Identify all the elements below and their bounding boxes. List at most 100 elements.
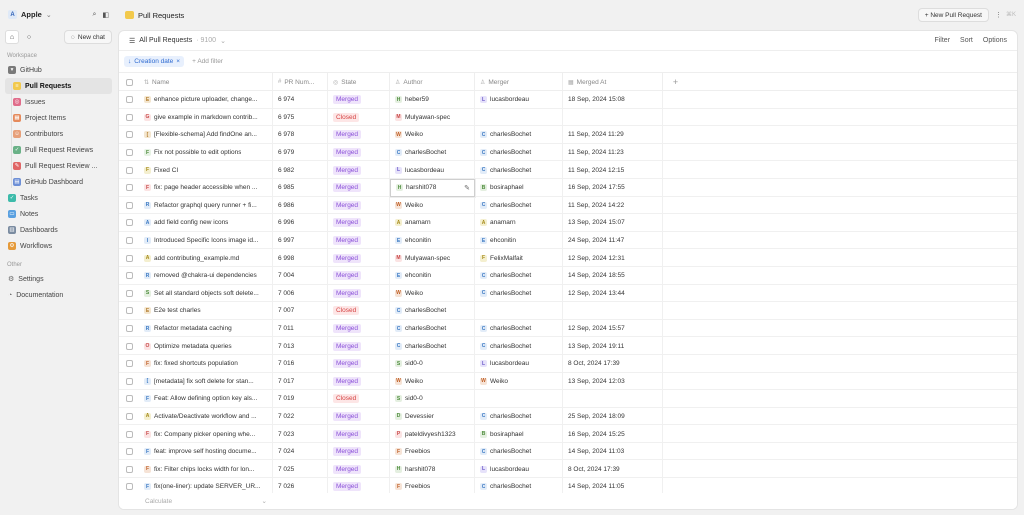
cell-merger[interactable]: W Weiko	[475, 372, 563, 391]
cell-pr-number[interactable]: 7 007	[273, 302, 328, 320]
cell-state[interactable]: Closed	[328, 302, 390, 320]
sort-button[interactable]: Sort	[960, 37, 973, 44]
cell-author[interactable]: Hharshit078 ✎	[390, 178, 475, 197]
cell-author[interactable]: Aanamarn	[390, 214, 475, 232]
edit-pencil-icon[interactable]: ✎	[464, 184, 470, 192]
cell-merger[interactable]: Llucasbordeau	[475, 91, 563, 109]
sidebar-item-pull-request-reviews[interactable]: ✓ Pull Request Reviews	[5, 142, 112, 158]
cell-author[interactable]: CcharlesBochet	[390, 143, 475, 162]
cell-merger[interactable]: Eehconitin	[475, 231, 563, 250]
cell-merged-at[interactable]: 12 Sep, 2024 12:31	[563, 249, 663, 267]
row-checkbox[interactable]	[119, 460, 139, 478]
cell-state[interactable]: Merged	[328, 407, 390, 426]
cell-author[interactable]: CcharlesBochet	[390, 337, 475, 355]
cell-merged-at[interactable]: 11 Sep, 2024 11:29	[563, 126, 663, 144]
cell-name[interactable]: R Refactor metadata caching	[139, 319, 273, 338]
cell-author[interactable]: W Weiko	[390, 126, 475, 144]
table-row[interactable]: Ffix: fixed shortcuts population 7 016 Mer…	[119, 354, 1017, 373]
table-row[interactable]: Ggive example in markdown contrib... 6 97…	[119, 108, 1017, 127]
cell-author[interactable]: F Freebios	[390, 442, 475, 461]
column-header-state[interactable]: ◎ State	[328, 73, 390, 91]
table-row[interactable]: F Feat: Allow defining option key als... 7…	[119, 390, 1017, 408]
cell-author[interactable]: W Weiko	[390, 196, 475, 215]
sidebar-item-issues[interactable]: ◎ Issues	[5, 94, 112, 110]
table-row[interactable]: Rremoved @chakra-ui dependencies 7 004 Mer…	[119, 266, 1017, 285]
cell-merged-at[interactable]: 25 Sep, 2024 18:09	[563, 407, 663, 426]
cell-name[interactable]: [[Flexible-schema] Add findOne an...	[139, 126, 273, 144]
table-row[interactable]: Ffix: Company picker opening whe... 7 023…	[119, 425, 1017, 443]
table-row[interactable]: Eenhance picture uploader, change... 6 97…	[119, 91, 1017, 109]
cell-merged-at[interactable]: 14 Sep, 2024 18:55	[563, 266, 663, 285]
cell-author[interactable]: CcharlesBochet	[390, 302, 475, 320]
cell-state[interactable]: Merged	[328, 196, 390, 215]
cell-state[interactable]: Merged	[328, 425, 390, 443]
row-checkbox[interactable]	[119, 320, 139, 338]
cell-state[interactable]: Closed	[328, 108, 390, 127]
cell-merger[interactable]: CcharlesBochet	[475, 143, 563, 162]
chat-bubble-icon[interactable]: ○	[22, 30, 36, 44]
cell-name[interactable]: A Activate/Deactivate workflow and ...	[139, 407, 273, 426]
cell-state[interactable]: Merged	[328, 284, 390, 303]
cell-merged-at[interactable]	[563, 390, 663, 408]
cell-name[interactable]: Rremoved @chakra-ui dependencies	[139, 266, 273, 285]
cell-name[interactable]: Ggive example in markdown contrib...	[139, 108, 273, 127]
select-all-checkbox[interactable]	[119, 73, 139, 91]
cell-merger[interactable]: Aanamarn	[475, 214, 563, 232]
cell-merged-at[interactable]: 13 Sep, 2024 15:07	[563, 214, 663, 232]
cell-pr-number[interactable]: 7 019	[273, 390, 328, 408]
cell-merged-at[interactable]	[563, 108, 663, 127]
cell-merged-at[interactable]	[563, 302, 663, 320]
table-row[interactable]: I Introduced Specific Icons image id... 6 …	[119, 231, 1017, 250]
cell-name[interactable]: S Set all standard objects soft delete...	[139, 284, 273, 303]
cell-pr-number[interactable]: 7 016	[273, 354, 328, 373]
sidebar-item-github-dashboard[interactable]: ▤ GitHub Dashboard	[5, 174, 112, 190]
cell-merged-at[interactable]: 11 Sep, 2024 14:22	[563, 196, 663, 215]
cell-merger[interactable]: CcharlesBochet	[475, 442, 563, 461]
cell-name[interactable]: F Feat: Allow defining option key als...	[139, 390, 273, 408]
calculate-button[interactable]: Calculate ⌄	[145, 497, 273, 506]
row-checkbox[interactable]	[119, 214, 139, 232]
filter-chip-creation-date[interactable]: ↓ Creation date ×	[124, 56, 185, 67]
cell-author[interactable]: CcharlesBochet	[390, 319, 475, 338]
cell-pr-number[interactable]: 6 997	[273, 231, 328, 250]
cell-state[interactable]: Merged	[328, 354, 390, 373]
sidebar-item-contributors[interactable]: ☺ Contributors	[5, 126, 112, 142]
cell-pr-number[interactable]: 6 985	[273, 178, 328, 197]
column-header-merger[interactable]: ♙ Merger	[475, 73, 563, 91]
add-filter-button[interactable]: + Add filter	[192, 58, 223, 65]
table-row[interactable]: E E2e test charles 7 007 Closed CcharlesBoch…	[119, 302, 1017, 320]
cell-name[interactable]: Aadd contributing_example.md	[139, 249, 273, 267]
cell-pr-number[interactable]: 7 006	[273, 284, 328, 303]
cell-pr-number[interactable]: 6 975	[273, 108, 328, 127]
cell-name[interactable]: Ffix: page header accessible when ...	[139, 178, 273, 197]
cell-name[interactable]: R Refactor graphql query runner + fi...	[139, 196, 273, 215]
cell-merged-at[interactable]: 11 Sep, 2024 11:23	[563, 143, 663, 162]
cell-state[interactable]: Merged	[328, 319, 390, 338]
cell-merger[interactable]: Llucasbordeau	[475, 460, 563, 479]
sidebar-item-notes[interactable]: ▭ Notes	[5, 206, 112, 222]
cell-pr-number[interactable]: 7 025	[273, 460, 328, 479]
table-row[interactable]: [[metadata] fix soft delete for stan... 7…	[119, 372, 1017, 391]
sidebar-item-pull-requests[interactable]: ≡ Pull Requests	[5, 78, 112, 94]
cell-author[interactable]: Ppateldivyesh1323	[390, 425, 475, 443]
cell-state[interactable]: Merged	[328, 249, 390, 267]
row-checkbox[interactable]	[119, 373, 139, 391]
more-options-icon[interactable]: ⋮	[995, 11, 1002, 19]
cell-merger[interactable]: Bbosiraphael	[475, 425, 563, 443]
new-chat-button[interactable]: ◌ New chat	[64, 30, 112, 44]
cell-author[interactable]: Ssid0-0	[390, 354, 475, 373]
cell-pr-number[interactable]: 6 974	[273, 91, 328, 109]
table-row[interactable]: F Fix not possible to edit options 6 979 Me…	[119, 143, 1017, 162]
row-checkbox[interactable]	[119, 197, 139, 215]
row-checkbox[interactable]	[119, 337, 139, 355]
cell-state[interactable]: Closed	[328, 390, 390, 408]
cell-merged-at[interactable]: 11 Sep, 2024 12:15	[563, 161, 663, 179]
cell-state[interactable]: Merged	[328, 442, 390, 461]
cell-author[interactable]: Eehconitin	[390, 266, 475, 285]
cell-name[interactable]: Eenhance picture uploader, change...	[139, 91, 273, 109]
cell-state[interactable]: Merged	[328, 178, 390, 197]
cell-pr-number[interactable]: 7 022	[273, 407, 328, 426]
cell-pr-number[interactable]: 7 011	[273, 319, 328, 338]
column-header-pr-number[interactable]: # PR Num...	[273, 73, 328, 91]
sidebar-item-settings[interactable]: ⚙ Settings	[5, 271, 112, 287]
